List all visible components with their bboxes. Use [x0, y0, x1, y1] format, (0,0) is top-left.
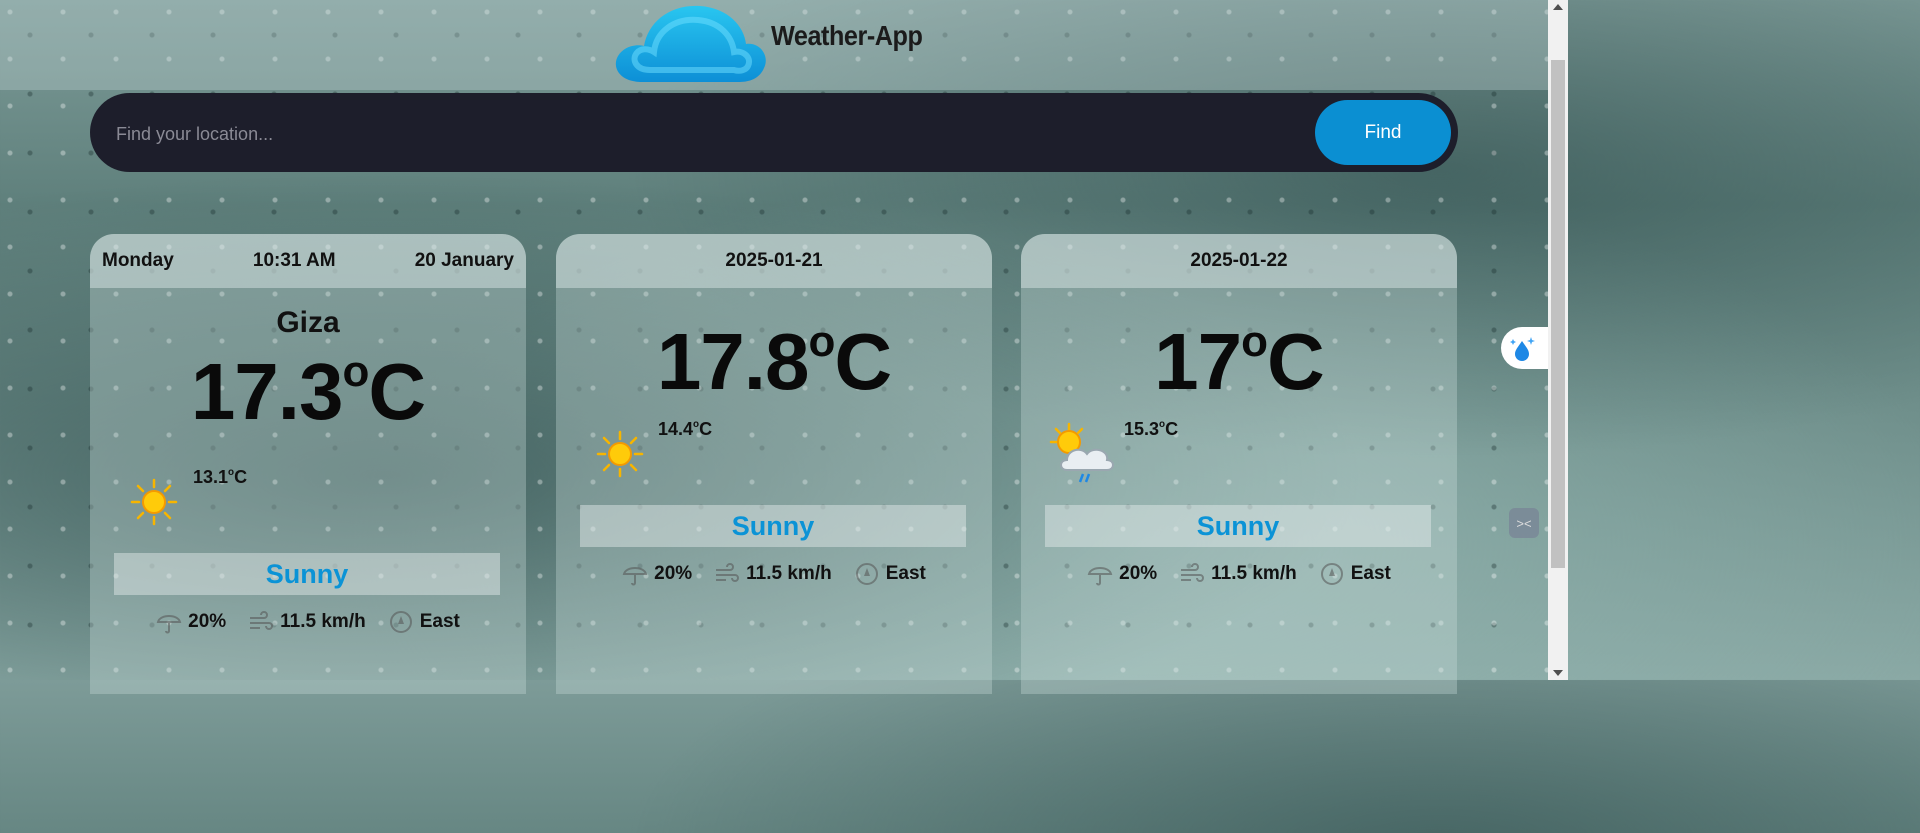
direction-stat: East [388, 610, 460, 634]
min-temp: 15.3oC [1124, 418, 1179, 439]
min-temp: 13.1oC [193, 466, 248, 487]
wind-stat: 11.5 km/h [714, 562, 832, 586]
sun-icon [130, 478, 178, 526]
forecast-card: 2025-01-22 17oC 15.3oC Sunny 20% 11.5 km… [1021, 234, 1457, 694]
humidity-stat: 20% [622, 562, 692, 586]
humidity-stat: 20% [156, 610, 226, 634]
umbrella-icon [156, 615, 182, 634]
card-header: Monday 10:31 AM 20 January [90, 234, 526, 288]
wind-icon [716, 563, 740, 582]
date-label: 2025-01-22 [1190, 250, 1288, 271]
weather-stats: 20% 11.5 km/h East [556, 562, 992, 586]
scroll-thumb[interactable] [1551, 60, 1565, 568]
max-temp: 17oC [1154, 316, 1325, 406]
compass-icon [855, 563, 878, 585]
forecast-card: 2025-01-21 17.8oC 14.4oC Sunny 20% 11.5 … [556, 234, 992, 694]
humidity-stat: 20% [1087, 562, 1157, 586]
condition-box: Sunny [1045, 505, 1431, 547]
card-header: 2025-01-21 [556, 234, 992, 288]
wind-stat: 11.5 km/h [1179, 562, 1297, 586]
max-temp: 17.8oC [656, 316, 892, 406]
search-bar: Find [90, 93, 1458, 172]
direction-stat: East [1319, 562, 1391, 586]
condition-box: Sunny [580, 505, 966, 547]
scroll-up-arrow-icon[interactable] [1553, 4, 1563, 10]
umbrella-icon [1087, 567, 1113, 586]
day-label: Monday [102, 250, 174, 271]
condition-text: Sunny [265, 558, 349, 589]
cloud-logo-icon [615, 5, 766, 82]
direction-stat: East [854, 562, 926, 586]
city-name: Giza [276, 306, 340, 339]
date-label: 20 January [414, 250, 514, 271]
current-temp: 17.3oC [190, 346, 426, 436]
condition-text: Sunny [731, 510, 815, 541]
weather-stats: 20% 11.5 km/h East [90, 610, 526, 634]
umbrella-icon [622, 567, 648, 586]
wind-icon [1181, 563, 1205, 582]
find-button[interactable]: Find [1315, 100, 1451, 165]
condition-text: Sunny [1196, 510, 1280, 541]
wind-stat: 11.5 km/h [248, 610, 366, 634]
condition-box: Sunny [114, 553, 500, 595]
compass-icon [1320, 563, 1343, 585]
scrollbar[interactable] [1548, 0, 1568, 680]
scroll-down-arrow-icon[interactable] [1553, 670, 1563, 676]
wind-icon [250, 611, 274, 630]
extension-mini-icon[interactable]: >< [1509, 508, 1539, 538]
sun-icon [596, 430, 644, 478]
sun-cloud-rain-icon [1049, 422, 1114, 483]
water-drop-sparkle-icon [1510, 337, 1535, 361]
min-temp: 14.4oC [658, 418, 713, 439]
compass-icon [389, 611, 412, 633]
today-card: Monday 10:31 AM 20 January Giza 17.3oC 1… [90, 234, 526, 694]
search-input[interactable] [114, 113, 1298, 155]
date-label: 2025-01-21 [725, 250, 823, 271]
card-header: 2025-01-22 [1021, 234, 1457, 288]
weather-stats: 20% 11.5 km/h East [1021, 562, 1457, 586]
app-title: Weather-App [771, 20, 923, 51]
time-label: 10:31 AM [252, 250, 336, 271]
